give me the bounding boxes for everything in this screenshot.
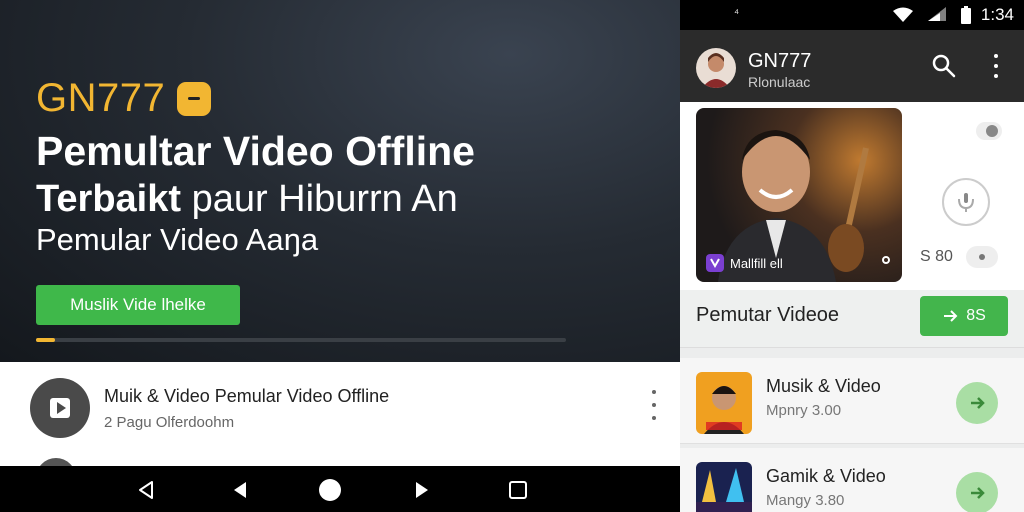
featured-video-card[interactable]: Mallfill ell S 80	[680, 102, 1024, 290]
more-vert-icon[interactable]	[992, 54, 1000, 78]
arrow-icon	[944, 310, 958, 322]
list-item-thumbnail	[696, 372, 752, 434]
recents-icon[interactable]	[506, 478, 530, 502]
phone-screen: ⁴ 1:34 GN777 Rlonulaac Mallfill ell S 80…	[680, 0, 1024, 512]
record-indicator-icon	[882, 256, 890, 264]
section-button-label: 8S	[966, 307, 986, 324]
list-item-peek	[36, 458, 76, 466]
list-item-thumbnail	[696, 462, 752, 512]
hero-progress-fill	[36, 338, 55, 342]
section-action-button[interactable]: 8S	[920, 296, 1008, 336]
list-item-title: Musik & Video	[766, 376, 881, 396]
back-icon[interactable]	[134, 478, 158, 502]
wifi-icon	[893, 7, 913, 22]
status-time: 1:34	[980, 5, 1014, 24]
list-item[interactable]: Muik & Video Pemular Video Offline 2 Pag…	[0, 362, 680, 456]
brand-badge-icon	[177, 81, 212, 116]
hero-headline-2-rest: paur Hiburrn An	[181, 178, 458, 220]
app-logo-icon	[706, 254, 724, 272]
avatar[interactable]	[696, 48, 736, 88]
forward-icon[interactable]	[410, 478, 434, 502]
app-title: GN777	[748, 50, 812, 72]
video-thumbnail[interactable]: Mallfill ell	[696, 108, 902, 282]
section-title: Pemutar Videoe	[696, 304, 840, 326]
section-header: Pemutar Videoe 8S	[680, 290, 1024, 348]
mic-icon[interactable]	[942, 178, 990, 226]
arrow-right-icon[interactable]	[956, 472, 998, 512]
status-bar: ⁴ 1:34	[680, 0, 1024, 30]
video-thumb-title: Mallfill ell	[730, 255, 783, 271]
signal-icon	[928, 7, 946, 21]
hero-headline-2-bold: Terbaikt	[36, 178, 182, 220]
hero-headline-3: Pemular Video Aaŋa	[36, 222, 319, 257]
back-filled-icon[interactable]	[228, 478, 252, 502]
brand-name: GN777	[36, 76, 166, 120]
system-nav-bar	[0, 466, 680, 512]
app-subtitle: Rlonulaac	[748, 74, 811, 90]
toggle-switch[interactable]	[976, 122, 1002, 140]
list-item[interactable]: Gamik & Video Mangy 3.80	[680, 448, 1024, 512]
arrow-right-icon[interactable]	[956, 382, 998, 424]
app-bar: GN777 Rlonulaac	[680, 30, 1024, 102]
video-side-panel: S 80	[908, 108, 1010, 282]
left-list: Muik & Video Pemular Video Offline 2 Pag…	[0, 362, 680, 466]
list-item-subtitle: Mangy 3.80	[766, 492, 845, 509]
list-item-subtitle: Mpnry 3.00	[766, 402, 842, 419]
more-vert-icon[interactable]	[646, 390, 662, 420]
list-item-title: Gamik & Video	[766, 466, 886, 486]
hero-cta-button[interactable]: Muslik Vide lhelke	[36, 285, 240, 325]
hero-headline-2: Terbaikt paur Hiburrn An	[36, 178, 458, 221]
home-icon[interactable]	[318, 478, 342, 502]
notification-icon: ⁴	[734, 6, 740, 20]
hero-headline-1: Pemultar Video Offline	[36, 128, 475, 174]
hero-progress-bar	[36, 338, 566, 342]
battery-icon	[961, 6, 971, 24]
video-thumb-label: Mallfill ell	[706, 254, 783, 272]
play-icon	[30, 378, 90, 438]
view-count: S 80	[920, 248, 953, 265]
list-item-subtitle: 2 Pagu Olferdoohm	[104, 414, 235, 431]
list-item-title: Muik & Video Pemular Video Offline	[104, 386, 390, 406]
options-pill[interactable]	[966, 246, 998, 268]
list-item[interactable]: Musik & Video Mpnry 3.00	[680, 358, 1024, 444]
brand-row: GN777	[36, 76, 212, 121]
search-icon[interactable]	[930, 52, 958, 80]
hero-banner: GN777 Pemultar Video Offline Terbaikt pa…	[0, 0, 680, 362]
